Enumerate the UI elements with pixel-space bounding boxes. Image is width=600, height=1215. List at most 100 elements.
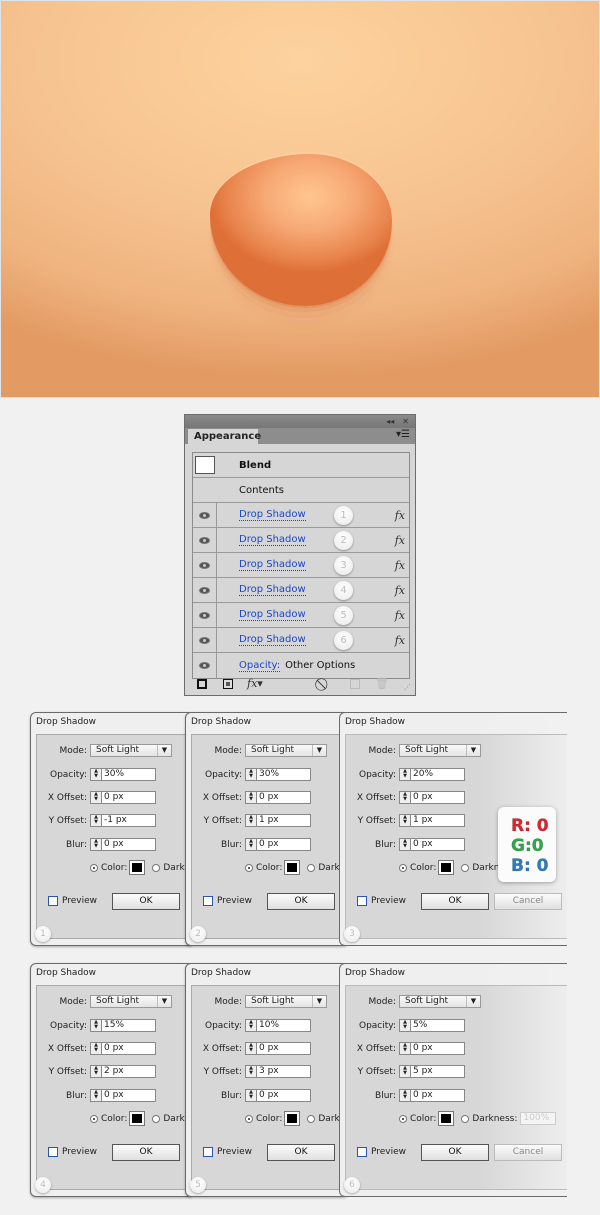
opacity-input[interactable]: 5%	[411, 1019, 465, 1032]
visibility-toggle[interactable]	[193, 628, 217, 652]
visibility-toggle[interactable]	[193, 503, 217, 527]
y-offset-stepper[interactable]: ▲ ▼	[90, 814, 102, 827]
y-offset-input[interactable]: 1 px	[411, 814, 465, 827]
mode-select[interactable]: Soft Light ▼	[90, 995, 172, 1008]
resize-grip-icon[interactable]: ⋰	[404, 683, 411, 691]
darkness-radio[interactable]	[461, 1114, 470, 1123]
darkness-radio[interactable]	[307, 1114, 316, 1123]
blur-stepper[interactable]: ▲ ▼	[245, 838, 257, 851]
opacity-input[interactable]: 20%	[411, 768, 465, 781]
y-offset-input[interactable]: -1 px	[102, 814, 156, 827]
blur-input[interactable]: 0 px	[411, 1089, 465, 1102]
blur-stepper[interactable]: ▲ ▼	[90, 838, 102, 851]
darkness-radio[interactable]	[152, 863, 161, 872]
ok-button[interactable]: OK	[267, 1144, 335, 1161]
preview-checkbox[interactable]	[357, 896, 367, 906]
color-radio[interactable]	[399, 863, 407, 872]
y-offset-stepper[interactable]: ▲ ▼	[399, 814, 411, 827]
tab-appearance[interactable]: Appearance	[188, 429, 261, 444]
visibility-toggle[interactable]	[193, 528, 217, 552]
opacity-input[interactable]: 30%	[102, 768, 156, 781]
cancel-button[interactable]: Cancel	[494, 1144, 562, 1161]
shadow-color-swatch[interactable]	[284, 1111, 301, 1126]
x-offset-input[interactable]: 0 px	[257, 1042, 311, 1055]
effect-link[interactable]: Drop Shadow	[239, 559, 306, 571]
visibility-toggle[interactable]	[193, 578, 217, 602]
mode-select[interactable]: Soft Light ▼	[399, 744, 481, 757]
ok-button[interactable]: OK	[421, 893, 489, 910]
blend-row[interactable]: Blend	[193, 453, 409, 478]
visibility-toggle[interactable]	[193, 553, 217, 577]
x-offset-stepper[interactable]: ▲ ▼	[90, 791, 102, 804]
color-radio[interactable]	[399, 1114, 407, 1123]
close-icon[interactable]: ✕	[402, 417, 409, 426]
opacity-link[interactable]: Opacity:	[239, 660, 281, 672]
cancel-button[interactable]: Cancel	[494, 893, 562, 910]
ok-button[interactable]: OK	[267, 893, 335, 910]
effect-link[interactable]: Drop Shadow	[239, 609, 306, 621]
preview-checkbox[interactable]	[203, 1147, 213, 1157]
blur-input[interactable]: 0 px	[102, 838, 156, 851]
blur-input[interactable]: 0 px	[411, 838, 465, 851]
panel-menu-icon[interactable]: ▾☰	[396, 429, 410, 440]
darkness-radio[interactable]	[307, 863, 316, 872]
x-offset-input[interactable]: 0 px	[411, 1042, 465, 1055]
ok-button[interactable]: OK	[421, 1144, 489, 1161]
darkness-radio[interactable]	[461, 863, 470, 872]
x-offset-stepper[interactable]: ▲ ▼	[245, 1042, 257, 1055]
mode-select[interactable]: Soft Light ▼	[245, 995, 327, 1008]
x-offset-input[interactable]: 0 px	[411, 791, 465, 804]
x-offset-stepper[interactable]: ▲ ▼	[90, 1042, 102, 1055]
mode-select[interactable]: Soft Light ▼	[399, 995, 481, 1008]
opacity-stepper[interactable]: ▲ ▼	[245, 1019, 257, 1032]
y-offset-input[interactable]: 1 px	[257, 814, 311, 827]
y-offset-stepper[interactable]: ▲ ▼	[245, 814, 257, 827]
shadow-color-swatch[interactable]	[129, 860, 146, 875]
effect-row[interactable]: Drop Shadow 2 fx	[193, 528, 409, 553]
contents-row[interactable]: Contents	[193, 478, 409, 503]
ok-button[interactable]: OK	[112, 1144, 180, 1161]
x-offset-stepper[interactable]: ▲ ▼	[245, 791, 257, 804]
effect-row[interactable]: Drop Shadow 5 fx	[193, 603, 409, 628]
color-radio[interactable]	[90, 863, 98, 872]
shadow-color-swatch[interactable]	[129, 1111, 146, 1126]
blur-input[interactable]: 0 px	[257, 838, 311, 851]
y-offset-stepper[interactable]: ▲ ▼	[245, 1065, 257, 1078]
effect-row[interactable]: Drop Shadow 1 fx	[193, 503, 409, 528]
darkness-radio[interactable]	[152, 1114, 161, 1123]
preview-checkbox[interactable]	[48, 1147, 58, 1157]
collapse-icon[interactable]: ◂◂	[386, 417, 394, 426]
shadow-color-swatch[interactable]	[438, 1111, 455, 1126]
mode-select[interactable]: Soft Light ▼	[245, 744, 327, 757]
blur-input[interactable]: 0 px	[257, 1089, 311, 1102]
y-offset-input[interactable]: 5 px	[411, 1065, 465, 1078]
add-effect-icon[interactable]: fx▾	[247, 677, 263, 690]
color-radio[interactable]	[90, 1114, 98, 1123]
opacity-stepper[interactable]: ▲ ▼	[90, 1019, 102, 1032]
effect-row[interactable]: Drop Shadow 4 fx	[193, 578, 409, 603]
blur-input[interactable]: 0 px	[102, 1089, 156, 1102]
opacity-input[interactable]: 15%	[102, 1019, 156, 1032]
effect-link[interactable]: Drop Shadow	[239, 584, 306, 596]
effect-link[interactable]: Drop Shadow	[239, 509, 306, 521]
x-offset-input[interactable]: 0 px	[102, 1042, 156, 1055]
effect-link[interactable]: Drop Shadow	[239, 534, 306, 546]
preview-checkbox[interactable]	[48, 896, 58, 906]
blur-stepper[interactable]: ▲ ▼	[245, 1089, 257, 1102]
delete-item-icon[interactable]: 🗑	[375, 677, 389, 690]
x-offset-stepper[interactable]: ▲ ▼	[399, 791, 411, 804]
shadow-color-swatch[interactable]	[284, 860, 301, 875]
preview-checkbox[interactable]	[203, 896, 213, 906]
blur-stepper[interactable]: ▲ ▼	[399, 1089, 411, 1102]
x-offset-input[interactable]: 0 px	[102, 791, 156, 804]
effect-row[interactable]: Drop Shadow 3 fx	[193, 553, 409, 578]
x-offset-stepper[interactable]: ▲ ▼	[399, 1042, 411, 1055]
opacity-stepper[interactable]: ▲ ▼	[90, 768, 102, 781]
opacity-input[interactable]: 30%	[257, 768, 311, 781]
y-offset-input[interactable]: 3 px	[257, 1065, 311, 1078]
opacity-stepper[interactable]: ▲ ▼	[399, 1019, 411, 1032]
color-radio[interactable]	[245, 1114, 253, 1123]
preview-checkbox[interactable]	[357, 1147, 367, 1157]
effect-link[interactable]: Drop Shadow	[239, 634, 306, 646]
opacity-stepper[interactable]: ▲ ▼	[245, 768, 257, 781]
